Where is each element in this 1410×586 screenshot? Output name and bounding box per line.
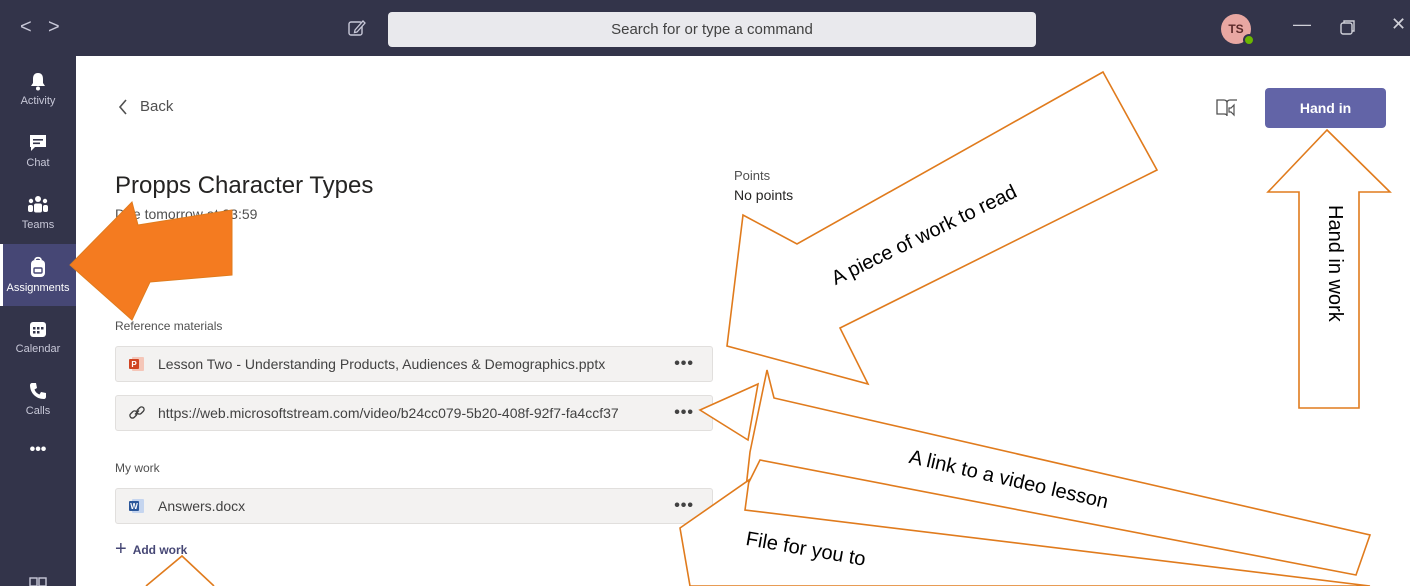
- maximize-icon[interactable]: [1340, 19, 1356, 35]
- word-icon: W: [129, 499, 144, 513]
- assignment-title: Propps Character Types: [115, 172, 374, 199]
- add-work-label: Add work: [132, 542, 188, 557]
- reference-item-name: https://web.microsoftstream.com/video/b2…: [158, 405, 619, 421]
- powerpoint-icon: P: [129, 357, 144, 371]
- back-link[interactable]: Back: [118, 98, 173, 115]
- chat-icon: [30, 135, 46, 151]
- minimize-icon[interactable]: —: [1293, 14, 1311, 35]
- compose-icon[interactable]: [347, 18, 367, 38]
- annotation-file: File for you to: [744, 528, 868, 571]
- rail-item-calls[interactable]: Calls: [0, 368, 76, 430]
- link-icon: [129, 406, 145, 419]
- rail-label: Calls: [25, 405, 51, 417]
- rail-item-more[interactable]: •••: [0, 430, 76, 470]
- annotation-read: A piece of work to read: [828, 180, 1021, 290]
- presence-available-icon: [1243, 34, 1255, 46]
- hand-in-button[interactable]: Hand in: [1265, 88, 1386, 128]
- svg-text:P: P: [131, 360, 137, 369]
- reference-item[interactable]: P Lesson Two - Understanding Products, A…: [115, 346, 713, 382]
- rail-item-calendar[interactable]: Calendar: [0, 306, 76, 368]
- points-value: No points: [734, 187, 794, 203]
- apps-icon[interactable]: [28, 574, 48, 586]
- more-options-button[interactable]: •••: [674, 497, 694, 515]
- rail-label: Activity: [20, 95, 56, 107]
- rail-label: Teams: [21, 219, 55, 231]
- annotation-video: A link to a video lesson: [907, 446, 1111, 514]
- annotation-hand-in: Hand in work: [1324, 205, 1346, 322]
- back-nav-icon[interactable]: <: [20, 17, 32, 37]
- backpack-icon: [31, 256, 45, 277]
- due-date: Due tomorrow at 23:59: [115, 206, 258, 222]
- my-work-item[interactable]: W Answers.docx •••: [115, 488, 713, 524]
- forward-nav-icon[interactable]: >: [48, 17, 60, 37]
- more-options-button[interactable]: •••: [674, 355, 694, 373]
- rail-item-assignments[interactable]: Assignments: [0, 244, 76, 306]
- reference-materials-label: Reference materials: [115, 319, 223, 333]
- more-icon: •••: [29, 441, 47, 458]
- my-work-label: My work: [115, 461, 160, 475]
- app-rail: Activity Chat Teams Assignments Calendar: [0, 56, 76, 586]
- close-icon[interactable]: ✕: [1391, 14, 1406, 35]
- plus-icon: +: [115, 538, 127, 560]
- chevron-left-icon: [118, 98, 127, 115]
- reference-item-name: Lesson Two - Understanding Products, Aud…: [158, 356, 606, 372]
- add-work-button[interactable]: + Add work: [115, 538, 187, 561]
- immersive-reader-icon[interactable]: [1215, 96, 1239, 120]
- teams-icon: [28, 196, 48, 213]
- search-input[interactable]: Search for or type a command: [388, 12, 1036, 47]
- rail-item-activity[interactable]: Activity: [0, 58, 76, 120]
- back-label: Back: [140, 98, 174, 115]
- rail-item-teams[interactable]: Teams: [0, 182, 76, 244]
- svg-text:W: W: [130, 502, 138, 511]
- points-label: Points: [734, 168, 771, 183]
- more-options-button[interactable]: •••: [674, 404, 694, 422]
- rail-label: Assignments: [6, 282, 70, 294]
- rail-label: Calendar: [15, 343, 61, 355]
- phone-icon: [30, 383, 46, 399]
- my-work-item-name: Answers.docx: [158, 498, 246, 514]
- rail-item-chat[interactable]: Chat: [0, 120, 76, 182]
- reference-item[interactable]: https://web.microsoftstream.com/video/b2…: [115, 395, 713, 431]
- rail-label: Chat: [26, 157, 50, 169]
- title-bar: < > Search for or type a command TS — ✕: [0, 0, 1410, 56]
- bell-icon: [31, 73, 45, 91]
- calendar-icon: [30, 322, 46, 337]
